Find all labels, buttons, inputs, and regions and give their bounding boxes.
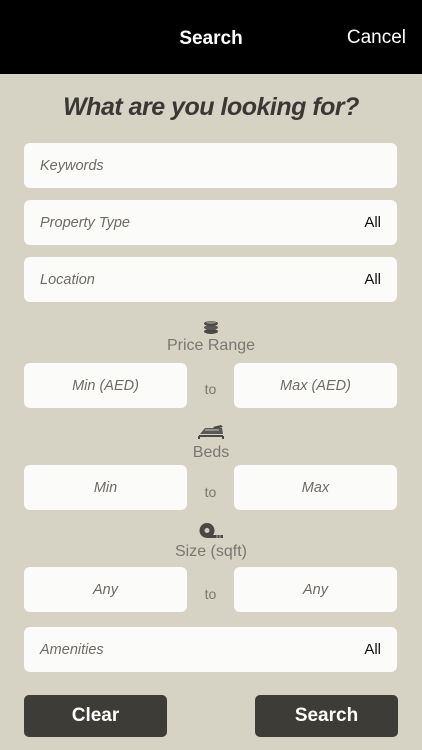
- cancel-button[interactable]: Cancel: [347, 27, 406, 49]
- price-range-separator: to: [204, 381, 217, 397]
- location-label: Location: [40, 271, 95, 288]
- beds-separator: to: [204, 484, 217, 500]
- keywords-input[interactable]: Keywords: [24, 143, 397, 188]
- beds-label: Beds: [192, 444, 230, 461]
- price-range-label: Price Range: [166, 337, 256, 354]
- amenities-select[interactable]: Amenities All: [24, 627, 397, 672]
- size-max-input[interactable]: Any: [234, 567, 397, 612]
- coins-stack-icon: [195, 317, 227, 335]
- location-select[interactable]: Location All: [24, 257, 397, 302]
- price-min-input[interactable]: Min (AED): [24, 363, 187, 408]
- bed-icon: [195, 423, 227, 441]
- amenities-label: Amenities: [40, 641, 104, 658]
- size-separator: to: [204, 586, 217, 602]
- property-type-label: Property Type: [40, 214, 130, 231]
- location-value: All: [364, 271, 381, 288]
- size-min-input[interactable]: Any: [24, 567, 187, 612]
- amenities-value: All: [364, 641, 381, 658]
- clear-button[interactable]: Clear: [24, 695, 167, 737]
- search-button[interactable]: Search: [255, 695, 398, 737]
- keywords-placeholder: Keywords: [40, 157, 104, 174]
- property-type-select[interactable]: Property Type All: [24, 200, 397, 245]
- beds-max-input[interactable]: Max: [234, 465, 397, 510]
- tape-measure-icon: [195, 521, 227, 539]
- property-type-value: All: [364, 214, 381, 231]
- beds-min-input[interactable]: Min: [24, 465, 187, 510]
- size-label: Size (sqft): [174, 543, 247, 560]
- search-heading: What are you looking for?: [63, 93, 359, 121]
- navigation-bar: Search Cancel: [0, 0, 422, 74]
- price-max-input[interactable]: Max (AED): [234, 363, 397, 408]
